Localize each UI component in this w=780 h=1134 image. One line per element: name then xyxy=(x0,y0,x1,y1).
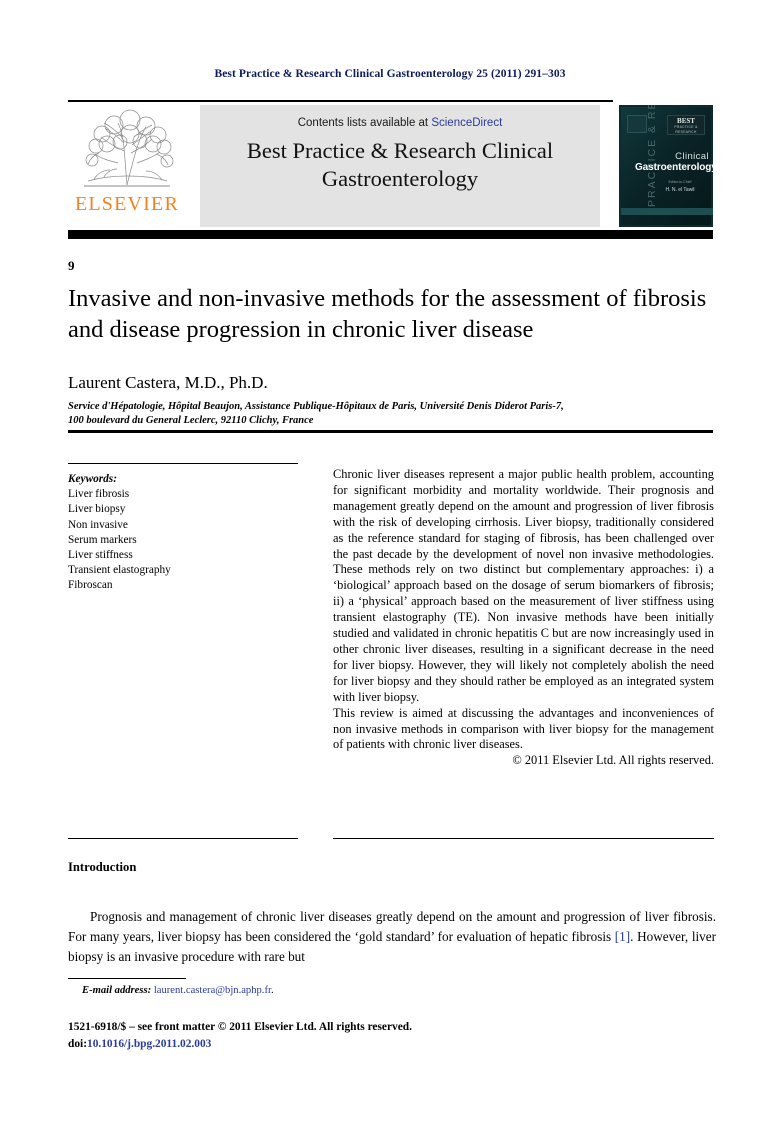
cover-artwork: BEST PRACTICE & RESEARCH PRACTICE & RESE… xyxy=(621,105,713,225)
keyword-item: Non invasive xyxy=(68,518,128,531)
keywords-top-rule xyxy=(68,463,298,464)
keywords-bottom-rule xyxy=(68,838,298,839)
contents-available-line: Contents lists available at ScienceDirec… xyxy=(200,117,600,129)
cover-bottom-band xyxy=(621,208,713,215)
journal-cover-thumbnail[interactable]: BEST PRACTICE & RESEARCH PRACTICE & RESE… xyxy=(619,105,713,227)
running-head: Best Practice & Research Clinical Gastro… xyxy=(214,68,566,80)
masthead-top-rule xyxy=(68,100,613,102)
keyword-item: Liver biopsy xyxy=(68,503,126,516)
masthead-bottom-bar xyxy=(68,230,713,239)
cover-elsevier-icon xyxy=(627,115,647,133)
introduction-paragraph: Prognosis and management of chronic live… xyxy=(68,907,716,966)
keyword-item: Fibroscan xyxy=(68,579,113,592)
header-bottom-rule xyxy=(68,430,713,433)
keyword-item: Liver fibrosis xyxy=(68,488,130,501)
masthead-panel: Contents lists available at ScienceDirec… xyxy=(200,105,600,227)
abstract-paragraph-2: This review is aimed at discussing the a… xyxy=(333,705,714,752)
abstract-block: Chronic liver diseases represent a major… xyxy=(333,467,714,769)
author-name: Laurent Castera, M.D., Ph.D. xyxy=(68,373,268,392)
abstract-paragraph-1: Chronic liver diseases represent a major… xyxy=(333,467,714,704)
elsevier-tree-icon xyxy=(84,109,174,187)
affiliation-line-1: Service d'Hépatologie, Hôpital Beaujon, … xyxy=(68,401,564,412)
affiliation-line-2: 100 boulevard du General Leclerc, 92110 … xyxy=(68,415,314,426)
elsevier-wordmark: ELSEVIER xyxy=(74,193,180,215)
doi-link[interactable]: 10.1016/j.bpg.2011.02.003 xyxy=(87,1038,211,1050)
footnote-email: E-mail address: laurent.castera@bjn.aphp… xyxy=(82,985,274,996)
keywords-heading: Keywords: xyxy=(68,473,117,485)
contents-prefix-text: Contents lists available at xyxy=(297,117,432,129)
sciencedirect-link[interactable]: ScienceDirect xyxy=(431,117,502,129)
issn-front-matter-line: 1521-6918/$ – see front matter © 2011 El… xyxy=(68,1021,412,1033)
article-title: Invasive and non-invasive methods for th… xyxy=(68,285,707,343)
cover-editor-name: H. N. el Tawil xyxy=(665,187,695,193)
doi-label: doi: xyxy=(68,1037,87,1050)
keyword-item: Serum markers xyxy=(68,533,137,546)
cover-title-line1: Clinical xyxy=(675,151,709,162)
author-affiliation: Service d'Hépatologie, Hôpital Beaujon, … xyxy=(68,400,668,428)
keyword-item: Liver stiffness xyxy=(68,549,133,562)
abstract-copyright: © 2011 Elsevier Ltd. All rights reserved… xyxy=(512,753,714,768)
footnote-separator-rule xyxy=(68,978,186,979)
elsevier-logo: ELSEVIER xyxy=(68,105,186,227)
citation-link-1[interactable]: [1] xyxy=(615,929,630,944)
cover-badge-subtitle: PRACTICE & RESEARCH xyxy=(674,125,698,134)
email-period: . xyxy=(270,985,274,996)
journal-masthead: ELSEVIER Contents lists available at Sci… xyxy=(68,103,713,227)
email-label: E-mail address: xyxy=(82,985,152,996)
doi-line: doi:10.1016/j.bpg.2011.02.003 xyxy=(68,1036,412,1053)
email-link[interactable]: laurent.castera@bjn.aphp.fr xyxy=(154,985,271,996)
cover-title-line2: Gastroenterology xyxy=(635,162,713,173)
keywords-block: Keywords: Liver fibrosis Liver biopsy No… xyxy=(68,472,298,594)
chapter-number: 9 xyxy=(68,258,75,273)
journal-title: Best Practice & Research Clinical Gastro… xyxy=(246,138,554,191)
cover-badge-best: BEST xyxy=(677,117,695,125)
article-page: Best Practice & Research Clinical Gastro… xyxy=(0,0,780,1134)
section-heading-introduction: Introduction xyxy=(68,860,137,874)
cover-series-badge: BEST PRACTICE & RESEARCH xyxy=(667,115,705,135)
imprint-block: 1521-6918/$ – see front matter © 2011 El… xyxy=(68,1019,412,1052)
abstract-bottom-rule xyxy=(333,838,714,839)
cover-editor-label: Editor-in-Chief xyxy=(668,180,692,184)
keyword-item: Transient elastography xyxy=(68,564,171,577)
